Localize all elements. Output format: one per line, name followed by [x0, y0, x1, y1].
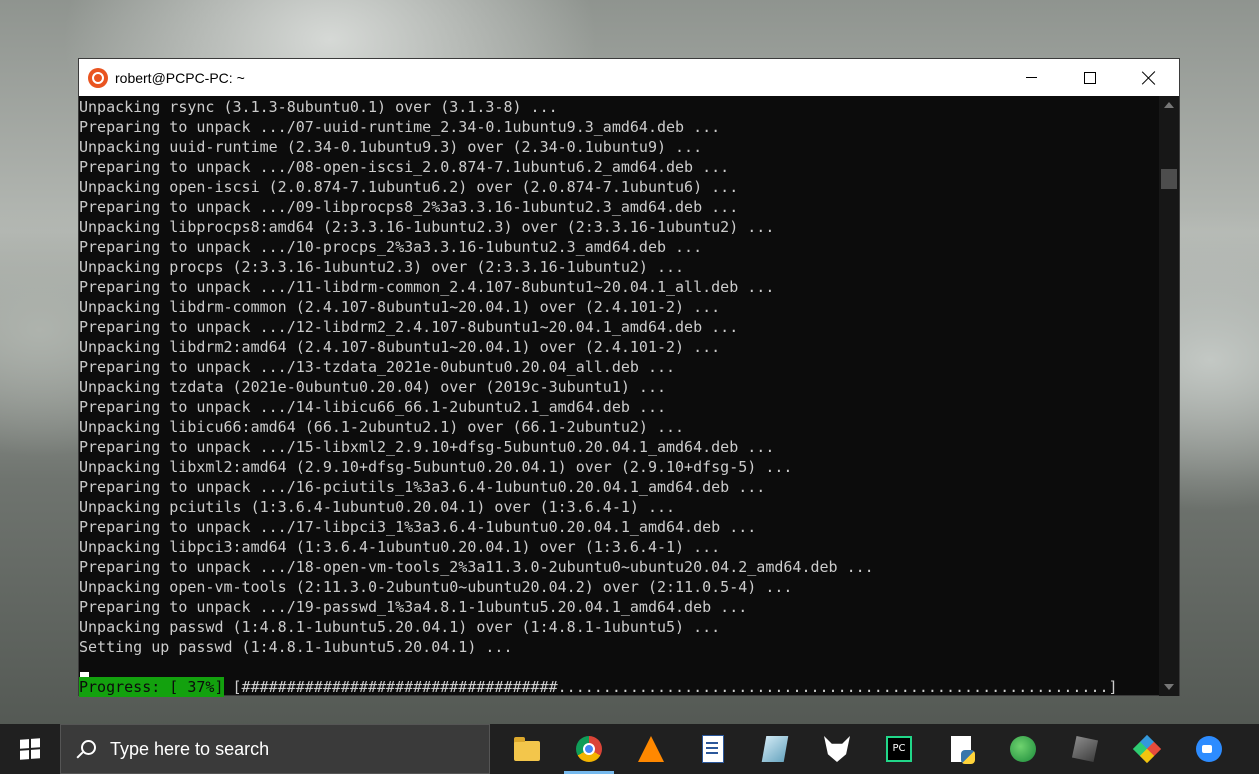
terminal-cursor-line [79, 657, 1159, 677]
taskbar-app-chrome[interactable] [558, 724, 620, 774]
zoom-icon [1196, 736, 1222, 762]
scroll-up-arrow-icon[interactable] [1164, 102, 1174, 108]
ubuntu-icon[interactable] [88, 67, 108, 88]
taskbar-app-zoom[interactable] [1178, 724, 1240, 774]
start-button[interactable] [0, 724, 60, 774]
terminal-line: Unpacking libxml2:amd64 (2.9.10+dfsg-5ub… [79, 458, 793, 476]
taskbar-app-globe[interactable] [992, 724, 1054, 774]
taskbar-app-vlc[interactable] [620, 724, 682, 774]
pycharm-icon: PC [886, 736, 912, 762]
terminal-line: Unpacking rsync (3.1.3-8ubuntu0.1) over … [79, 98, 558, 116]
taskbar: Type here to search PC [0, 724, 1259, 774]
terminal-line: Unpacking pciutils (1:3.6.4-1ubuntu0.20.… [79, 498, 676, 516]
document-icon [702, 735, 724, 763]
terminal-line: Unpacking libprocps8:amd64 (2:3.3.16-1ub… [79, 218, 775, 236]
terminal-line: Preparing to unpack .../14-libicu66_66.1… [79, 398, 666, 416]
search-placeholder: Type here to search [110, 738, 270, 759]
terminal-line: Unpacking uuid-runtime (2.34-0.1ubuntu9.… [79, 138, 703, 156]
terminal-line: Setting up passwd (1:4.8.1-1ubuntu5.20.0… [79, 638, 513, 656]
minimize-icon [1025, 77, 1037, 78]
windows-logo-icon [20, 738, 40, 760]
terminal-line: Unpacking libdrm2:amd64 (2.4.107-8ubuntu… [79, 338, 721, 356]
file-explorer-icon [514, 737, 540, 761]
terminal-line: Unpacking open-iscsi (2.0.874-7.1ubuntu6… [79, 178, 739, 196]
gem-app-icon [761, 736, 789, 762]
taskbar-apps: PC [496, 724, 1240, 774]
chrome-icon [576, 736, 602, 762]
terminal-line: Preparing to unpack .../10-procps_2%3a3.… [79, 238, 703, 256]
terminal-line: Preparing to unpack .../17-libpci3_1%3a3… [79, 518, 757, 536]
globe-app-icon [1010, 736, 1036, 762]
close-button[interactable] [1120, 59, 1178, 96]
progress-bar-text: [###################################....… [223, 678, 1118, 696]
terminal-line: Preparing to unpack .../16-pciutils_1%3a… [79, 478, 766, 496]
terminal-line: Unpacking passwd (1:4.8.1-1ubuntu5.20.04… [79, 618, 721, 636]
cube-app-icon [1071, 735, 1099, 763]
terminal-line: Unpacking tzdata (2021e-0ubuntu0.20.04) … [79, 378, 666, 396]
taskbar-app-document[interactable] [682, 724, 744, 774]
scroll-down-arrow-icon[interactable] [1164, 684, 1174, 690]
diamond-app-icon [1132, 734, 1162, 764]
progress-line: Progress: [ 37%] [######################… [79, 677, 1159, 697]
terminal-output[interactable]: Unpacking rsync (3.1.3-8ubuntu0.1) over … [79, 97, 1159, 697]
terminal-line: Preparing to unpack .../13-tzdata_2021e-… [79, 358, 676, 376]
taskbar-app-diamond[interactable] [1116, 724, 1178, 774]
fox-app-icon [824, 736, 850, 762]
vlc-icon [638, 736, 664, 762]
python-file-icon [951, 736, 975, 764]
scrollbar-thumb[interactable] [1161, 169, 1177, 189]
terminal-line: Unpacking libdrm-common (2.4.107-8ubuntu… [79, 298, 721, 316]
window-title: robert@PCPC-PC: ~ [115, 69, 245, 86]
close-icon [1142, 71, 1156, 85]
title-bar[interactable]: robert@PCPC-PC: ~ [79, 59, 1179, 96]
terminal-line: Preparing to unpack .../09-libprocps8_2%… [79, 198, 739, 216]
minimize-button[interactable] [1002, 59, 1060, 96]
terminal-line: Preparing to unpack .../19-passwd_1%3a4.… [79, 598, 748, 616]
taskbar-app-gem[interactable] [744, 724, 806, 774]
taskbar-search-box[interactable]: Type here to search [60, 724, 490, 774]
terminal-line: Preparing to unpack .../12-libdrm2_2.4.1… [79, 318, 739, 336]
taskbar-app-file-explorer[interactable] [496, 724, 558, 774]
terminal-line: Unpacking open-vm-tools (2:11.3.0-2ubunt… [79, 578, 793, 596]
taskbar-app-pycharm[interactable]: PC [868, 724, 930, 774]
terminal-line: Unpacking libpci3:amd64 (1:3.6.4-1ubuntu… [79, 538, 721, 556]
search-icon [76, 739, 96, 759]
taskbar-app-fox[interactable] [806, 724, 868, 774]
terminal-line: Preparing to unpack .../15-libxml2_2.9.1… [79, 438, 775, 456]
maximize-button[interactable] [1061, 59, 1119, 96]
terminal-line: Preparing to unpack .../07-uuid-runtime_… [79, 118, 721, 136]
text-cursor [80, 672, 89, 677]
progress-label: Progress: [ 37%] [79, 677, 224, 697]
terminal-line: Unpacking libicu66:amd64 (66.1-2ubuntu2.… [79, 418, 685, 436]
terminal-line: Preparing to unpack .../08-open-iscsi_2.… [79, 158, 730, 176]
maximize-icon [1084, 71, 1096, 84]
terminal-window: robert@PCPC-PC: ~ Unpacking rsync (3.1.3… [78, 58, 1180, 697]
taskbar-app-cube[interactable] [1054, 724, 1116, 774]
vertical-scrollbar[interactable] [1159, 96, 1179, 696]
terminal-line: Unpacking procps (2:3.3.16-1ubuntu2.3) o… [79, 258, 685, 276]
taskbar-app-python-file[interactable] [930, 724, 992, 774]
terminal-line: Preparing to unpack .../18-open-vm-tools… [79, 558, 874, 576]
terminal-line: Preparing to unpack .../11-libdrm-common… [79, 278, 775, 296]
